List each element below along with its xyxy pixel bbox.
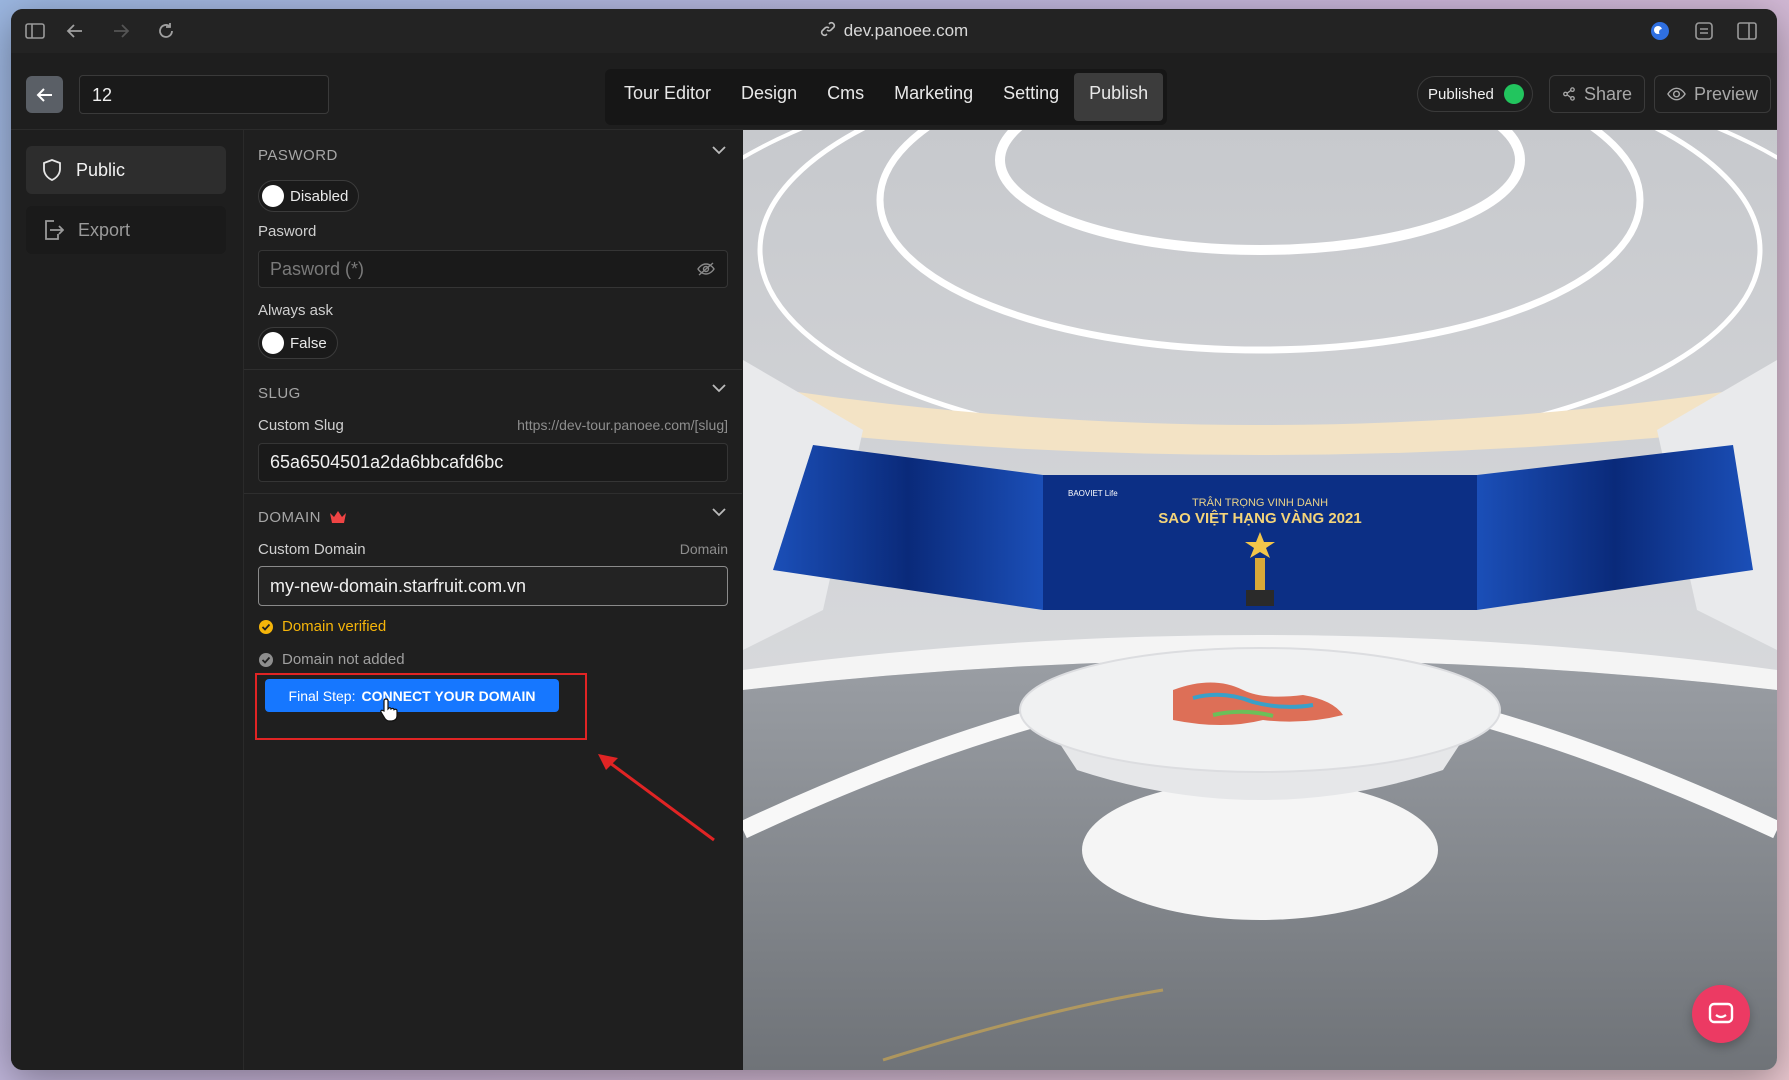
screen-brand: BAOVIET Life — [1068, 489, 1118, 498]
check-circle-icon — [259, 652, 273, 667]
arrow-left-icon — [36, 87, 52, 102]
password-section-header[interactable]: PASWORD — [258, 143, 728, 167]
share-button[interactable]: Share — [1549, 75, 1645, 113]
chevron-down-icon[interactable] — [712, 384, 726, 393]
slug-input[interactable]: 65a6504501a2da6bbcafd6bc — [258, 443, 728, 482]
sidebar-item-label: Export — [78, 219, 131, 240]
custom-slug-label: Custom Slug — [258, 417, 344, 434]
preview-button[interactable]: Preview — [1654, 75, 1771, 113]
chat-icon — [1708, 1002, 1734, 1024]
status-text: Domain not added — [282, 651, 405, 668]
published-label: Published — [1428, 85, 1494, 103]
toggle-knob — [262, 332, 284, 354]
domain-verified-status: Domain verified — [258, 618, 386, 635]
domain-hint: Domain — [679, 541, 728, 557]
crown-icon — [330, 511, 346, 523]
section-title: DOMAIN — [258, 508, 321, 526]
hand-cursor-icon — [380, 698, 398, 722]
password-input[interactable]: Pasword (*) — [258, 250, 728, 288]
published-toggle[interactable]: Published — [1417, 76, 1533, 112]
shield-icon — [43, 159, 61, 181]
extension-icon[interactable] — [1648, 19, 1672, 43]
publish-sidebar: Public Export — [11, 130, 244, 1070]
virtual-showroom-scene[interactable]: BAOVIET Life TRÂN TRỌNG VINH DANH SAO VI… — [743, 130, 1777, 1070]
domain-section-header[interactable]: DOMAIN — [258, 505, 728, 529]
app-header: 12 Tour Editor Design Cms Marketing Sett… — [11, 53, 1777, 130]
screen-line2: SAO VIỆT HẠNG VÀNG 2021 — [1158, 509, 1361, 527]
check-circle-icon — [259, 619, 273, 634]
address-bar[interactable]: dev.panoee.com — [11, 21, 1777, 42]
sidebar-item-public[interactable]: Public — [26, 146, 226, 194]
tab-design[interactable]: Design — [726, 73, 812, 121]
link-icon — [820, 21, 836, 42]
tab-publish[interactable]: Publish — [1074, 73, 1164, 121]
sidebar-item-export[interactable]: Export — [26, 206, 226, 254]
slug-url-hint: https://dev-tour.panoee.com/[slug] — [517, 417, 728, 433]
section-title: PASWORD — [258, 146, 338, 164]
connect-domain-button[interactable]: Final Step: CONNECT YOUR DOMAIN — [265, 679, 559, 712]
url-text: dev.panoee.com — [843, 21, 969, 40]
tab-overview-icon[interactable] — [1692, 19, 1716, 43]
final-step-prefix: Final Step: — [288, 687, 356, 704]
section-divider — [244, 369, 742, 370]
share-icon — [1563, 87, 1575, 101]
tab-cms[interactable]: Cms — [812, 73, 879, 121]
preview-label: Preview — [1693, 83, 1758, 104]
toggle-knob — [262, 185, 284, 207]
chevron-down-icon[interactable] — [712, 508, 726, 517]
tour-3d-preview[interactable]: BAOVIET Life TRÂN TRỌNG VINH DANH SAO VI… — [743, 130, 1777, 1070]
sidebar-item-label: Public — [76, 159, 126, 180]
support-chat-button[interactable] — [1692, 985, 1750, 1043]
annotation-arrow-icon — [598, 754, 715, 842]
tab-setting[interactable]: Setting — [988, 73, 1074, 121]
custom-domain-input[interactable]: my-new-domain.starfruit.com.vn — [258, 566, 728, 606]
eye-off-icon[interactable] — [697, 261, 715, 277]
custom-domain-label: Custom Domain — [258, 541, 366, 558]
publish-settings-panel: PASWORD Disabled Pasword Pasword (*) Alw… — [244, 130, 742, 1070]
tab-marketing[interactable]: Marketing — [879, 73, 988, 121]
status-text: Domain verified — [282, 618, 387, 635]
project-name-input[interactable]: 12 — [79, 75, 329, 114]
chevron-down-icon[interactable] — [712, 146, 726, 155]
slug-section-header[interactable]: SLUG — [258, 381, 728, 405]
screen-line1: TRÂN TRỌNG VINH DANH — [1192, 496, 1328, 509]
share-label: Share — [1583, 83, 1632, 104]
toggle-label: False — [290, 334, 327, 352]
eye-icon — [1667, 87, 1686, 101]
back-button[interactable] — [26, 76, 63, 113]
tab-tour-editor[interactable]: Tour Editor — [609, 73, 726, 121]
toggle-label: Disabled — [290, 187, 349, 205]
main-tabs: Tour Editor Design Cms Marketing Setting… — [605, 69, 1168, 125]
export-icon — [45, 220, 64, 240]
always-ask-label: Always ask — [258, 302, 334, 319]
published-status-dot — [1503, 84, 1524, 104]
section-title: SLUG — [258, 384, 301, 402]
always-ask-toggle[interactable]: False — [258, 327, 338, 359]
browser-toolbar: dev.panoee.com — [11, 9, 1777, 53]
browser-window: dev.panoee.com 12 Tour Editor Design Cms… — [11, 9, 1777, 1070]
section-divider — [244, 493, 742, 494]
domain-not-added-status: Domain not added — [258, 651, 405, 668]
password-enabled-toggle[interactable]: Disabled — [258, 180, 360, 212]
password-placeholder: Pasword (*) — [270, 258, 365, 279]
password-label: Pasword — [258, 223, 317, 240]
split-view-icon[interactable] — [1735, 19, 1759, 43]
